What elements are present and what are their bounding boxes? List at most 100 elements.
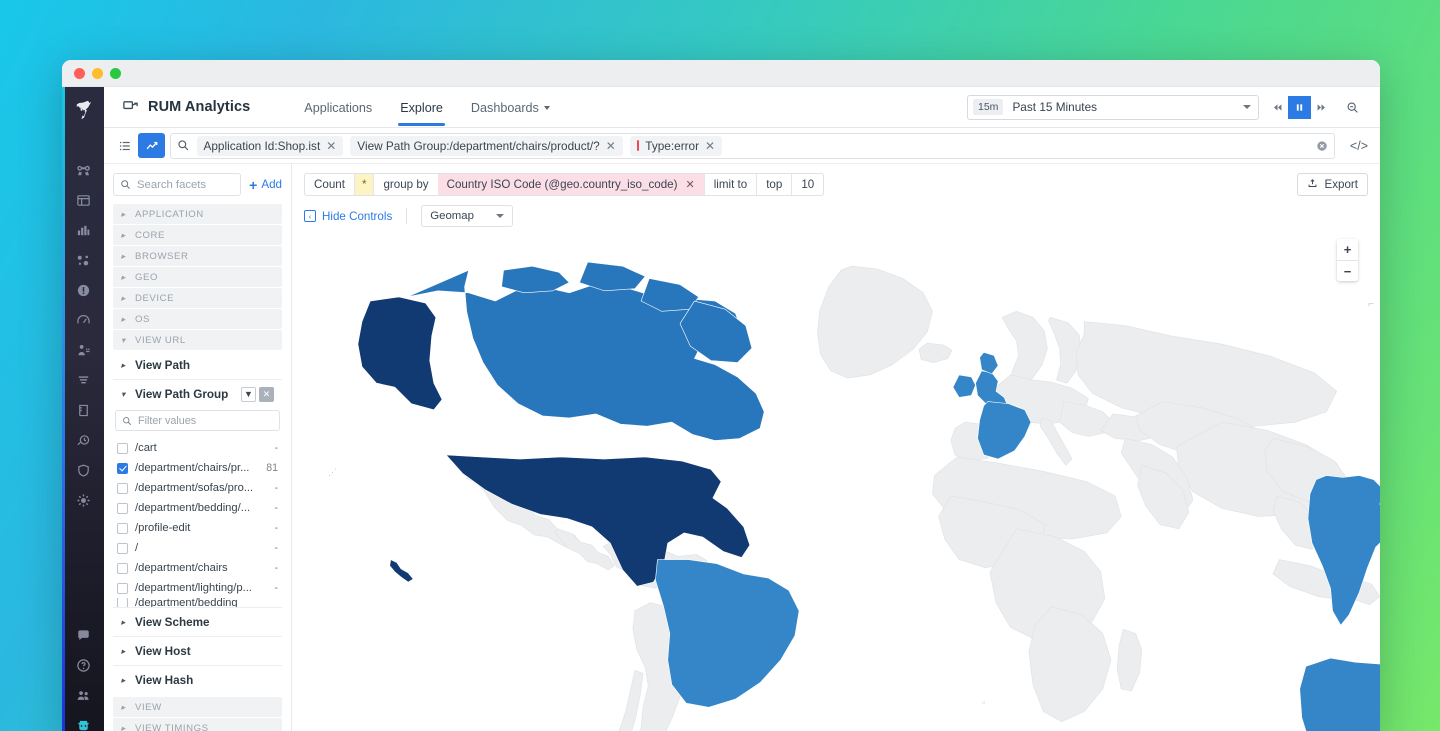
export-button[interactable]: Export (1297, 173, 1368, 196)
rail-item-rum[interactable] (66, 335, 100, 365)
code-brackets-icon[interactable]: </> (1346, 139, 1372, 153)
rail-item-monitors[interactable] (66, 275, 100, 305)
checkbox[interactable] (117, 443, 128, 454)
facet-section-header[interactable]: ▸ View Host (113, 637, 282, 665)
rail-item-logs[interactable] (66, 365, 100, 395)
facet-value-row[interactable]: /department/chairs - (113, 558, 282, 578)
checkbox[interactable] (117, 543, 128, 554)
search-facets-input[interactable]: Search facets (113, 173, 241, 196)
close-icon[interactable]: ✕ (685, 178, 694, 191)
facet-value-row[interactable]: /department/bedding/... - (113, 498, 282, 518)
app-title: RUM Analytics (148, 99, 250, 115)
facet-group-geo[interactable]: ▸ GEO (113, 267, 282, 287)
rail-item-support-chat[interactable] (66, 620, 100, 650)
nav-tab-applications[interactable]: Applications (290, 90, 386, 125)
facet-value-row[interactable]: /cart - (113, 438, 282, 458)
rewind-icon[interactable] (1267, 96, 1288, 119)
add-facet-button[interactable]: + Add (249, 178, 282, 192)
export-label: Export (1324, 178, 1358, 191)
checkbox[interactable] (117, 463, 128, 474)
limit-value-input[interactable]: 10 (792, 174, 823, 195)
rail-item-security[interactable] (66, 455, 100, 485)
viz-type-select[interactable]: Geomap (421, 205, 513, 227)
group-by-select[interactable]: Country ISO Code (@geo.country_iso_code)… (438, 174, 704, 195)
filter-chip-application-id[interactable]: Application Id:Shop.ist ✕ (197, 136, 344, 156)
facet-section-header[interactable]: ▸ View Path (113, 351, 282, 379)
checkbox[interactable] (117, 503, 128, 514)
query-input[interactable]: Application Id:Shop.ist ✕ View Path Grou… (170, 133, 1335, 159)
facet-group-core[interactable]: ▸ CORE (113, 225, 282, 245)
timeseries-view-icon[interactable] (138, 133, 165, 158)
close-icon[interactable]: ✕ (606, 140, 616, 152)
window-close-button[interactable] (74, 68, 85, 79)
measure-star[interactable]: * (355, 174, 374, 195)
close-icon[interactable]: ✕ (326, 140, 336, 152)
facet-section-header[interactable]: ▸ View Scheme (113, 608, 282, 636)
facet-group-view[interactable]: ▸ VIEW (113, 697, 282, 717)
rail-item-watchdog[interactable] (66, 155, 100, 185)
zoom-out-button[interactable]: − (1337, 260, 1358, 281)
facet-value-count: - (270, 482, 278, 494)
checkbox[interactable] (117, 523, 128, 534)
region-australia (1300, 658, 1380, 731)
checkbox[interactable] (117, 483, 128, 494)
checkbox[interactable] (117, 598, 128, 607)
rail-item-help[interactable] (66, 650, 100, 680)
checkbox[interactable] (117, 583, 128, 594)
facet-group-application[interactable]: ▸ APPLICATION (113, 204, 282, 224)
rail-item-dashboards[interactable] (66, 185, 100, 215)
close-icon[interactable]: ✕ (705, 140, 715, 152)
filter-values-input[interactable]: Filter values (115, 410, 280, 431)
map-edge-marker-icon: ▫ (982, 697, 985, 707)
facet-group-browser[interactable]: ▸ BROWSER (113, 246, 282, 266)
facet-value-row[interactable]: / - (113, 538, 282, 558)
datadog-logo-icon[interactable] (66, 93, 100, 127)
window-zoom-button[interactable] (110, 68, 121, 79)
query-builder: Count * group by Country ISO Code (@geo.… (304, 173, 824, 196)
rail-item-notebooks[interactable] (66, 395, 100, 425)
facet-section-view-host: ▸ View Host (113, 637, 282, 666)
facet-value-row[interactable]: /department/lighting/p... - (113, 578, 282, 598)
nav-tab-explore[interactable]: Explore (386, 90, 457, 125)
facet-section-header[interactable]: ▸ View Hash (113, 666, 282, 694)
fast-forward-icon[interactable] (1311, 96, 1332, 119)
geomap[interactable]: + − ⌐ ⋰ ▫ (292, 227, 1380, 731)
rail-item-bits[interactable] (66, 710, 100, 731)
hide-controls-button[interactable]: ‹ Hide Controls (304, 210, 392, 223)
checkbox[interactable] (117, 563, 128, 574)
facet-group-os[interactable]: ▸ OS (113, 309, 282, 329)
facet-value-row[interactable]: /department/sofas/pro... - (113, 478, 282, 498)
facet-group-view-url[interactable]: ▾ VIEW URL (113, 330, 282, 350)
facet-value-row-partial[interactable]: /department/bedding (113, 598, 282, 607)
facet-value-row[interactable]: /profile-edit - (113, 518, 282, 538)
facet-section-label: View Host (135, 645, 191, 658)
facets-panel: Search facets + Add ▸ APPLICATION ▸ CORE (104, 164, 292, 731)
pause-icon[interactable] (1288, 96, 1311, 119)
facet-value-row[interactable]: /department/chairs/pr... 81 (113, 458, 282, 478)
rail-item-profiler[interactable] (66, 425, 100, 455)
funnel-icon[interactable]: ▼ (241, 387, 256, 402)
left-nav-rail (62, 87, 104, 731)
facet-section-header[interactable]: ▾ View Path Group ▼ ✕ (113, 380, 282, 408)
list-view-icon[interactable] (111, 133, 138, 158)
rail-item-apm[interactable] (66, 245, 100, 275)
close-icon[interactable]: ✕ (259, 387, 274, 402)
facet-section-label: View Scheme (135, 616, 210, 629)
search-minus-icon[interactable] (1340, 96, 1364, 119)
time-range-picker[interactable]: 15m Past 15 Minutes (967, 95, 1259, 120)
filter-chip-type-error[interactable]: Type:error ✕ (630, 136, 722, 156)
nav-tab-dashboards[interactable]: Dashboards (457, 90, 564, 125)
rail-item-integrations[interactable] (66, 485, 100, 515)
facet-group-view-timings[interactable]: ▸ VIEW TIMINGS (113, 718, 282, 731)
facet-group-device[interactable]: ▸ DEVICE (113, 288, 282, 308)
window-minimize-button[interactable] (92, 68, 103, 79)
filter-chip-view-path-group[interactable]: View Path Group:/department/chairs/produ… (350, 136, 622, 156)
region-madagascar (1117, 629, 1142, 691)
zoom-in-button[interactable]: + (1337, 239, 1358, 260)
rail-item-metrics[interactable] (66, 215, 100, 245)
clear-circle-icon[interactable] (1316, 140, 1328, 152)
rail-item-team[interactable] (66, 680, 100, 710)
limit-direction-select[interactable]: top (757, 174, 791, 195)
rail-item-synthetics[interactable] (66, 305, 100, 335)
measure-select[interactable]: Count (305, 174, 354, 195)
